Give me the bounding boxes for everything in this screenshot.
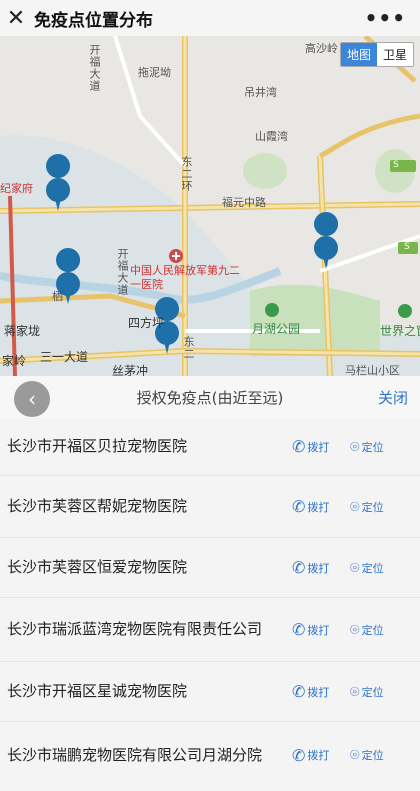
map-label: 马栏山小区 (345, 364, 400, 376)
list-item: 长沙市瑞鹏宠物医院有限公司月湖分院 ✆ 拨打 ⌾ 定位 (0, 722, 420, 788)
chevron-left-icon[interactable]: ‹ (14, 381, 50, 417)
list-item: 长沙市芙蓉区恒爱宠物医院 ✆ 拨打 ⌾ 定位 (0, 538, 420, 598)
map-label: 开福大道 (88, 44, 101, 92)
close-button[interactable]: 关闭 (378, 387, 408, 408)
list-item: 长沙市瑞派蓝湾宠物医院有限责任公司 ✆ 拨打 ⌾ 定位 (0, 598, 420, 662)
map-canvas (0, 36, 420, 376)
clinic-name: 长沙市瑞鹏宠物医院有限公司月湖分院 (7, 745, 263, 764)
map-label: 开福大道 (116, 248, 129, 296)
phone-icon: ✆ (292, 497, 306, 516)
location-pin-icon: ⌾ (350, 436, 360, 456)
map-label: 纪家府 (0, 182, 33, 195)
map-label: 丝茅冲 (112, 364, 149, 376)
call-button[interactable]: ✆ 拨打 (292, 682, 329, 701)
location-pin-icon: ⌾ (350, 496, 360, 516)
route-badge: S (393, 160, 399, 170)
map-label: 高沙岭 (305, 42, 338, 55)
clinic-name: 长沙市瑞派蓝湾宠物医院有限责任公司 (7, 620, 263, 638)
phone-icon: ✆ (292, 620, 306, 639)
map-label: 吊井湾 (244, 86, 277, 99)
clinic-name: 长沙市芙蓉区帮妮宠物医院 (7, 497, 188, 515)
map-label: 中国人民解放军第九二一医院 (130, 264, 240, 291)
sheet-header: ‹ 授权免疫点(由近至远) 关闭 (0, 376, 420, 418)
map-type-toggle[interactable]: 地图 卫星 (339, 42, 414, 67)
satellite-mode-button[interactable]: 卫星 (376, 43, 413, 66)
map-label: 拖泥坳 (138, 66, 171, 79)
map-mode-button[interactable]: 地图 (340, 43, 377, 66)
clinic-name: 长沙市开福区星诚宠物医院 (7, 682, 188, 700)
map-label: 东二 (182, 336, 195, 360)
list-item: 长沙市开福区星诚宠物医院 ✆ 拨打 ⌾ 定位 (0, 662, 420, 722)
more-icon[interactable]: ••• (365, 6, 406, 30)
list-item: 长沙市开福区贝拉宠物医院 ✆ 拨打 ⌾ 定位 (0, 418, 420, 476)
location-pin-icon: ⌾ (350, 619, 360, 639)
map-label: 世界之窗 (380, 324, 420, 338)
location-pin-icon: ⌾ (350, 557, 360, 577)
close-icon[interactable]: ✕ (0, 0, 32, 36)
phone-icon: ✆ (292, 745, 306, 765)
call-button[interactable]: ✆ 拨打 (292, 437, 329, 456)
locate-button[interactable]: ⌾ 定位 (350, 437, 384, 457)
list-item: 长沙市芙蓉区帮妮宠物医院 ✆ 拨打 ⌾ 定位 (0, 476, 420, 538)
phone-icon: ✆ (292, 682, 306, 701)
phone-icon: ✆ (292, 558, 306, 577)
map-view[interactable]: 地图 卫星 高沙岭 拖泥坳 开福大道 吊井湾 山霞湾 东二环 福元中路 纪家府 … (0, 36, 420, 376)
clinic-name: 长沙市芙蓉区恒爱宠物医院 (7, 558, 188, 576)
locate-button[interactable]: ⌾ 定位 (350, 558, 384, 578)
location-list-sheet: ‹ 授权免疫点(由近至远) 关闭 长沙市开福区贝拉宠物医院 ✆ 拨打 ⌾ 定位 长沙… (0, 376, 420, 791)
map-label: 山霞湾 (255, 130, 288, 143)
clinic-name: 长沙市开福区贝拉宠物医院 (7, 437, 188, 455)
page-title: 免疫点位置分布 (34, 10, 153, 31)
phone-icon: ✆ (292, 437, 306, 456)
locate-button[interactable]: ⌾ 定位 (350, 745, 384, 765)
map-label: 家岭 (2, 354, 27, 368)
call-button[interactable]: ✆ 拨打 (292, 746, 329, 765)
map-label: 东二环 (180, 156, 193, 192)
route-badge: S (404, 242, 410, 252)
location-pin-icon: ⌾ (350, 681, 360, 701)
locate-button[interactable]: ⌾ 定位 (350, 620, 384, 640)
map-label: 福元中路 (222, 196, 266, 209)
clinic-list: 长沙市开福区贝拉宠物医院 ✆ 拨打 ⌾ 定位 长沙市芙蓉区帮妮宠物医院 ✆ 拨打 ⌾ 定… (0, 418, 420, 788)
call-button[interactable]: ✆ 拨打 (292, 497, 329, 516)
map-label: 栖 (52, 290, 63, 303)
locate-button[interactable]: ⌾ 定位 (350, 682, 384, 702)
title-bar: ✕ 免疫点位置分布 ••• (0, 0, 420, 36)
map-label: 蒋家垅 (4, 324, 41, 338)
locate-button[interactable]: ⌾ 定位 (350, 497, 384, 517)
map-label: 三一大道 (40, 350, 89, 364)
map-label: 月湖公园 (252, 322, 301, 336)
sheet-title: 授权免疫点(由近至远) (136, 388, 284, 407)
map-label: 四方坪 (128, 316, 165, 330)
call-button[interactable]: ✆ 拨打 (292, 558, 329, 577)
location-pin-icon: ⌾ (350, 745, 360, 764)
call-button[interactable]: ✆ 拨打 (292, 620, 329, 639)
